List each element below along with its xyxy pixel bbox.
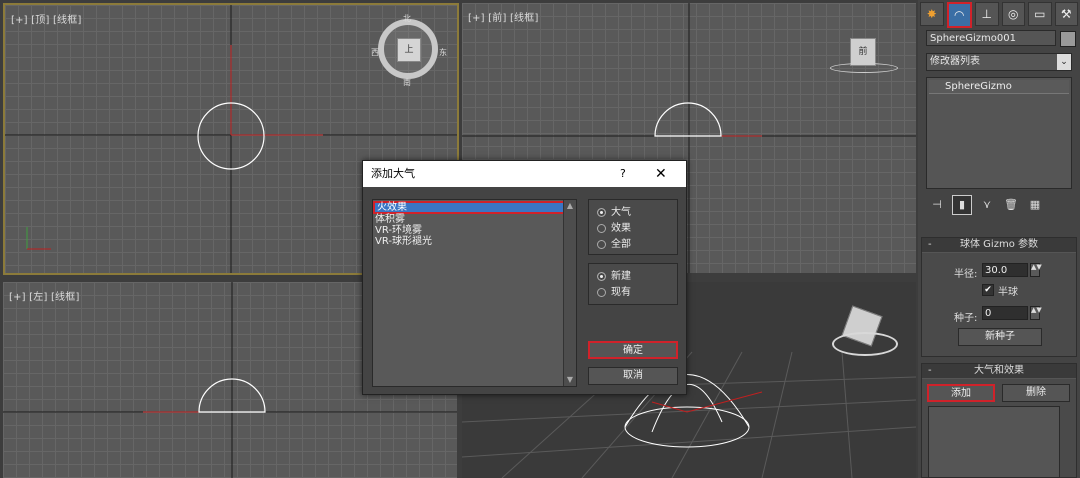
list-item[interactable]: 体积雾 bbox=[373, 214, 576, 225]
viewcube-ring bbox=[830, 63, 898, 73]
source-radio-new[interactable]: 新建 bbox=[597, 271, 631, 282]
add-atmos-button[interactable]: 添加 bbox=[927, 384, 995, 402]
hemisphere-checkbox[interactable]: ✔ bbox=[982, 284, 994, 296]
delete-atmos-button[interactable]: 删除 bbox=[1002, 384, 1070, 402]
cancel-button[interactable]: 取消 bbox=[588, 367, 678, 385]
filter-radio-atmosphere[interactable]: 大气 bbox=[597, 207, 631, 218]
radio-dot-icon bbox=[597, 271, 606, 281]
stack-tools: ⊣ ▮ ⋎ 🗑 ▦ bbox=[928, 195, 1074, 215]
compass-west: 西 bbox=[371, 48, 379, 57]
collapse-icon[interactable]: - bbox=[928, 238, 932, 252]
chevron-down-icon[interactable]: ⌄ bbox=[1057, 54, 1071, 70]
radio-dot-icon bbox=[597, 287, 606, 297]
atmos-effects-rollout: - 大气和效果 添加 删除 bbox=[921, 363, 1077, 478]
dialog-title: 添加大气 bbox=[371, 167, 415, 180]
motion-icon[interactable]: ◎ bbox=[1001, 2, 1025, 26]
seed-label: 种子: bbox=[954, 313, 978, 324]
atmosphere-type-list[interactable]: 火效果 体积雾 VR-环境雾 VR-球形褪光 ▲ ▼ bbox=[372, 199, 577, 387]
radio-label: 大气 bbox=[611, 207, 631, 218]
radio-dot-icon bbox=[597, 207, 606, 217]
radio-label: 现有 bbox=[611, 287, 631, 298]
new-seed-button[interactable]: 新种子 bbox=[958, 328, 1042, 346]
seed-spinner[interactable]: 0 bbox=[982, 306, 1028, 320]
radius-spinner-arrows[interactable]: ▲▼ bbox=[1030, 263, 1042, 277]
make-unique-icon[interactable]: ⋎ bbox=[978, 196, 996, 214]
compass-east: 东 bbox=[439, 48, 447, 57]
filter-group: 大气 效果 全部 bbox=[588, 199, 678, 255]
hierarchy-icon[interactable]: ⊥ bbox=[975, 2, 999, 26]
atmos-effects-title: 大气和效果 bbox=[974, 365, 1024, 376]
hemisphere-label: 半球 bbox=[998, 287, 1018, 298]
viewcube-3d-ring bbox=[832, 332, 898, 356]
list-item[interactable]: VR-环境雾 bbox=[373, 225, 576, 236]
collapse-icon[interactable]: - bbox=[928, 364, 932, 378]
stack-item[interactable]: SphereGizmo bbox=[929, 80, 1069, 94]
object-color-swatch[interactable] bbox=[1060, 31, 1076, 47]
filter-radio-effects[interactable]: 效果 bbox=[597, 223, 631, 234]
viewcube-top-face[interactable]: 上 bbox=[397, 38, 421, 62]
modifier-stack[interactable]: SphereGizmo bbox=[926, 77, 1072, 189]
radius-spinner[interactable]: 30.0 bbox=[982, 263, 1028, 277]
modify-icon[interactable]: ◠ bbox=[946, 2, 972, 28]
modifier-list-label: 修改器列表 bbox=[930, 56, 980, 67]
list-item[interactable]: VR-球形褪光 bbox=[373, 236, 576, 247]
gizmo-params-rollout: - 球体 Gizmo 参数 半径: 30.0 ▲▼ ✔ 半球 种子: 0 ▲▼ … bbox=[921, 237, 1077, 357]
pin-stack-icon[interactable]: ⊣ bbox=[928, 196, 946, 214]
list-scrollbar[interactable]: ▲ ▼ bbox=[563, 200, 576, 386]
filter-radio-all[interactable]: 全部 bbox=[597, 239, 631, 250]
command-panel: ✸ ◠ ⊥ ◎ ▭ ⚒ SphereGizmo001 修改器列表 ⌄ Spher… bbox=[918, 0, 1080, 478]
radio-dot-icon bbox=[597, 239, 606, 249]
atmos-effects-header[interactable]: - 大气和效果 bbox=[922, 364, 1076, 379]
display-icon[interactable]: ▭ bbox=[1028, 2, 1052, 26]
utilities-icon[interactable]: ⚒ bbox=[1054, 2, 1078, 26]
show-end-result-icon[interactable]: ▮ bbox=[952, 195, 972, 215]
viewcube-front[interactable]: 前 bbox=[850, 38, 876, 66]
gizmo-params-header[interactable]: - 球体 Gizmo 参数 bbox=[922, 238, 1076, 253]
radio-label: 全部 bbox=[611, 239, 631, 250]
radio-dot-icon bbox=[597, 223, 606, 233]
remove-modifier-icon[interactable]: 🗑 bbox=[1002, 196, 1020, 214]
close-icon[interactable]: ✕ bbox=[655, 161, 669, 187]
seed-spinner-arrows[interactable]: ▲▼ bbox=[1030, 306, 1042, 320]
compass-south: 南 bbox=[403, 78, 411, 87]
radio-label: 新建 bbox=[611, 271, 631, 282]
help-icon[interactable]: ? bbox=[620, 161, 634, 187]
add-atmosphere-dialog: 添加大气 ? ✕ 火效果 体积雾 VR-环境雾 VR-球形褪光 ▲ ▼ 大气 效… bbox=[362, 160, 687, 395]
object-name-field[interactable]: SphereGizmo001 bbox=[926, 30, 1056, 46]
scroll-down-icon[interactable]: ▼ bbox=[564, 374, 576, 386]
ok-button[interactable]: 确定 bbox=[588, 341, 678, 359]
command-panel-tabs: ✸ ◠ ⊥ ◎ ▭ ⚒ bbox=[920, 2, 1078, 28]
modifier-list-dropdown[interactable]: 修改器列表 ⌄ bbox=[926, 53, 1072, 71]
source-group: 新建 现有 bbox=[588, 263, 678, 305]
radius-label: 半径: bbox=[954, 269, 978, 280]
list-item[interactable]: 火效果 bbox=[373, 201, 576, 214]
create-icon[interactable]: ✸ bbox=[920, 2, 944, 26]
axis-tripod-icon bbox=[26, 227, 51, 250]
scroll-up-icon[interactable]: ▲ bbox=[564, 200, 576, 212]
gizmo-params-title: 球体 Gizmo 参数 bbox=[960, 239, 1038, 250]
compass-north: 北 bbox=[403, 14, 411, 23]
source-radio-existing[interactable]: 现有 bbox=[597, 287, 631, 298]
dialog-titlebar[interactable]: 添加大气 ? ✕ bbox=[363, 161, 686, 187]
viewcube-compass[interactable]: 上 bbox=[378, 19, 438, 79]
radio-label: 效果 bbox=[611, 223, 631, 234]
configure-sets-icon[interactable]: ▦ bbox=[1026, 196, 1044, 214]
atmos-list[interactable] bbox=[928, 406, 1060, 478]
